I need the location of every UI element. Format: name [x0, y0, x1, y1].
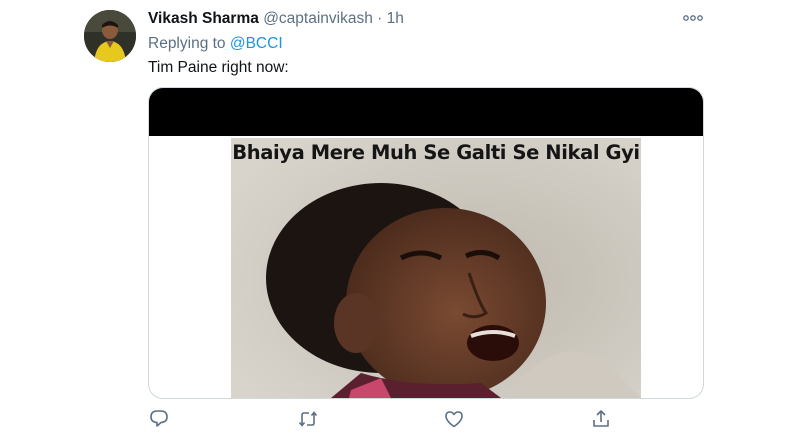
- author-name[interactable]: Vikash Sharma: [148, 10, 259, 27]
- share-button[interactable]: [590, 408, 612, 430]
- reply-bubble-icon: [150, 410, 168, 427]
- heart-icon: [445, 411, 463, 428]
- header-separator: ·: [377, 10, 383, 27]
- more-options-button[interactable]: [682, 10, 704, 26]
- replying-to-label: Replying to: [148, 35, 226, 52]
- avatar[interactable]: [84, 10, 136, 62]
- tweet-header: Vikash Sharma @captainvikash · 1h: [148, 10, 404, 28]
- tweet-media[interactable]: Bhaiya Mere Muh Se Galti Se Nikal Gyi: [148, 87, 704, 399]
- meme-image: Bhaiya Mere Muh Se Galti Se Nikal Gyi: [231, 138, 641, 398]
- media-letterbox-bar: [149, 88, 703, 136]
- more-horizontal-icon: [683, 15, 703, 21]
- meme-photo: [231, 138, 641, 398]
- tweet-timestamp[interactable]: 1h: [387, 10, 404, 27]
- replying-to: Replying to @BCCI: [148, 35, 283, 53]
- share-icon: [593, 410, 609, 427]
- avatar-image: [84, 10, 136, 62]
- tweet-text: Tim Paine right now:: [148, 59, 289, 76]
- retweet-icon: [298, 411, 318, 427]
- replying-to-mention[interactable]: @BCCI: [230, 35, 283, 52]
- like-button[interactable]: [443, 408, 465, 430]
- author-handle[interactable]: @captainvikash: [263, 10, 373, 27]
- retweet-button[interactable]: [297, 408, 319, 430]
- reply-button[interactable]: [148, 408, 170, 430]
- meme-caption: Bhaiya Mere Muh Se Galti Se Nikal Gyi: [232, 141, 640, 164]
